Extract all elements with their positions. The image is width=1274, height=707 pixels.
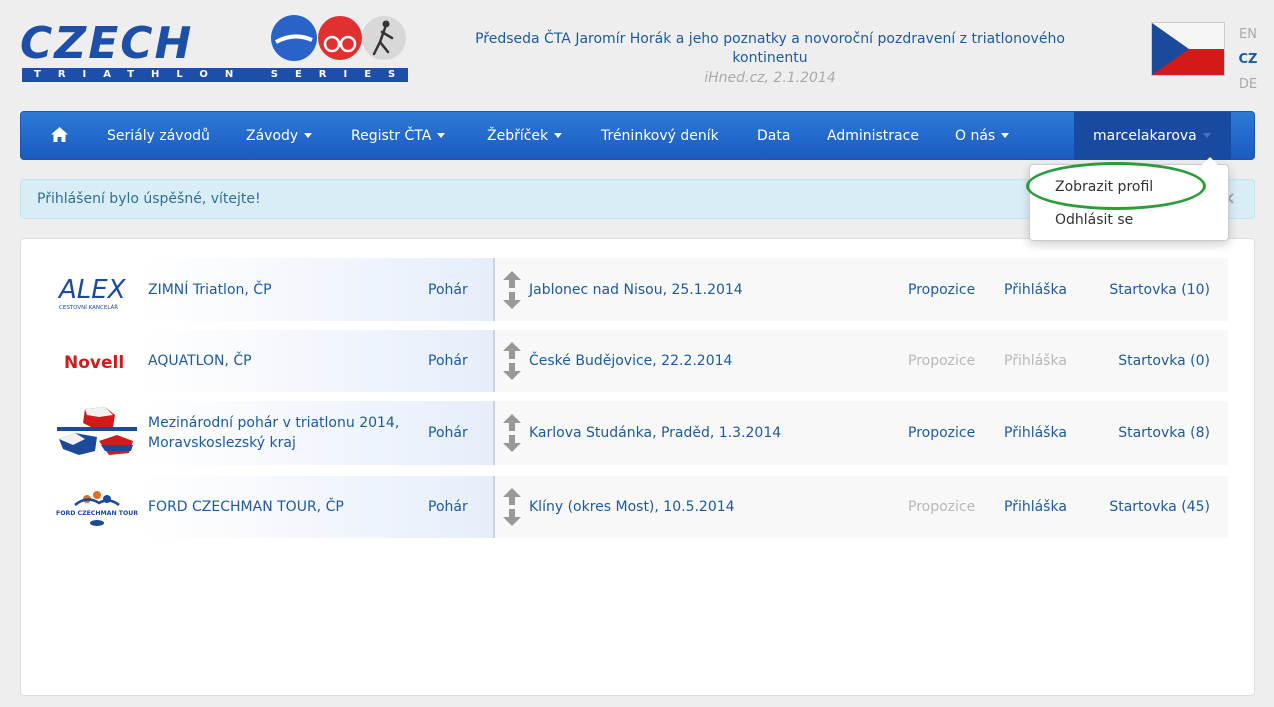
race-cup-link[interactable]: Pohár <box>428 425 468 441</box>
race-place-date: Karlova Studánka, Praděd, 1.3.2014 <box>529 425 782 441</box>
race-row: Novell AQUATLON, ČP Pohár České Budějovi… <box>55 330 1228 392</box>
up-down-arrows-icon <box>503 342 521 380</box>
home-icon <box>51 127 68 142</box>
chevron-down-icon <box>304 132 313 138</box>
race-name-link[interactable]: FORD CZECHMAN TOUR, ČP <box>148 497 418 517</box>
nav-zavody[interactable]: Závody <box>246 112 313 160</box>
sponsor-subtitle: CESTOVNÍ KANCELÁŘ <box>59 303 118 311</box>
race-row: FORD CZECHMAN TOUR FORD CZECHMAN TOUR, Č… <box>55 476 1228 538</box>
lang-de-link[interactable]: DE <box>1236 77 1260 93</box>
dropdown-arrow <box>1202 157 1218 165</box>
nav-administrace[interactable]: Administrace <box>827 112 919 160</box>
czechman-tour-logo: FORD CZECHMAN TOUR <box>56 491 138 526</box>
alert-text: Přihlášení bylo úspěšné, vítejte! <box>37 191 261 207</box>
logo-text: CZECH <box>20 18 194 69</box>
alex-sponsor-logo: ALEX CESTOVNÍ KANCELÁŘ <box>57 275 127 311</box>
propozice-link-disabled: Propozice <box>908 499 976 515</box>
chevron-down-icon <box>1001 132 1010 138</box>
logo-subtitle: TRIATHLON SERIES <box>22 68 408 82</box>
nav-user-menu[interactable]: marcelakarova <box>1074 112 1231 160</box>
nav-data[interactable]: Data <box>757 112 790 160</box>
prihlaska-link[interactable]: Přihláška <box>1004 282 1067 298</box>
site-logo[interactable]: CZECH TRIATHLON SERIES <box>20 12 410 86</box>
moravskoslezsky-map-logo <box>57 407 137 455</box>
race-place-date: Jablonec nad Nisou, 25.1.2014 <box>529 281 743 298</box>
race-place-date: Klíny (okres Most), 10.5.2014 <box>529 499 735 515</box>
nav-registr[interactable]: Registr ČTA <box>351 112 446 160</box>
news-source-date: iHned.cz, 2.1.2014 <box>704 70 836 86</box>
sponsor-name: ALEX <box>57 275 127 305</box>
prihlaska-link[interactable]: Přihláška <box>1004 499 1067 515</box>
menu-item-view-profile[interactable]: Zobrazit profil <box>1055 179 1153 195</box>
main-navbar: Seriály závodů Závody Registr ČTA Žebříč… <box>20 111 1255 160</box>
nav-treninkovy-denik[interactable]: Tréninkový deník <box>601 112 719 160</box>
chevron-down-icon <box>554 132 563 138</box>
up-down-arrows-icon <box>503 488 521 526</box>
prihlaska-link-disabled: Přihláška <box>1004 353 1067 369</box>
nav-zebricek[interactable]: Žebříček <box>487 112 563 160</box>
news-headline: Předseda ČTA Jaromír Horák a jeho poznat… <box>460 30 1080 88</box>
race-name-link[interactable]: AQUATLON, ČP <box>148 351 418 371</box>
nav-home[interactable] <box>51 112 68 160</box>
lang-cz-link[interactable]: CZ <box>1236 52 1260 68</box>
race-cup-link[interactable]: Pohár <box>428 282 468 298</box>
nav-serialy[interactable]: Seriály závodů <box>107 112 210 160</box>
chevron-down-icon <box>437 132 446 138</box>
up-down-arrows-icon <box>503 414 521 452</box>
sponsor-name: FORD CZECHMAN TOUR <box>56 510 138 517</box>
news-title-link[interactable]: Předseda ČTA Jaromír Horák a jeho poznat… <box>460 30 1080 68</box>
triathlon-sports-icon <box>271 15 406 61</box>
startovka-link[interactable]: Startovka (0) <box>1118 353 1210 369</box>
lang-en-link[interactable]: EN <box>1236 27 1260 43</box>
propozice-link[interactable]: Propozice <box>908 425 975 441</box>
user-dropdown-menu: Zobrazit profil Odhlásit se <box>1029 157 1229 241</box>
propozice-link-disabled: Propozice <box>908 353 976 369</box>
up-down-arrows-icon <box>503 270 521 309</box>
nav-o-nas[interactable]: O nás <box>955 112 1010 160</box>
race-name-link[interactable]: Mezinárodní pohár v triatlonu 2014, Mora… <box>148 413 418 453</box>
race-row: ALEX CESTOVNÍ KANCELÁŘ ZIMNÍ Triatlon, Č… <box>55 258 1228 321</box>
sponsor-name: Novell <box>64 353 124 373</box>
propozice-link[interactable]: Propozice <box>908 282 975 298</box>
startovka-link[interactable]: Startovka (8) <box>1118 425 1210 441</box>
race-cup-link[interactable]: Pohár <box>428 499 468 515</box>
race-name-link[interactable]: ZIMNÍ Triatlon, ČP <box>148 280 418 300</box>
race-row: Mezinárodní pohár v triatlonu 2014, Mora… <box>55 401 1228 465</box>
menu-item-logout[interactable]: Odhlásit se <box>1055 212 1133 228</box>
race-cup-link[interactable]: Pohár <box>428 353 468 369</box>
czech-flag-icon <box>1151 22 1225 76</box>
chevron-down-icon <box>1202 132 1211 138</box>
novell-sponsor-logo: Novell <box>64 353 124 373</box>
race-place-date: České Budějovice, 22.2.2014 <box>529 353 733 369</box>
startovka-link[interactable]: Startovka (45) <box>1109 499 1210 515</box>
prihlaska-link[interactable]: Přihláška <box>1004 425 1067 441</box>
username: marcelakarova <box>1093 128 1197 144</box>
startovka-link[interactable]: Startovka (10) <box>1109 282 1210 298</box>
